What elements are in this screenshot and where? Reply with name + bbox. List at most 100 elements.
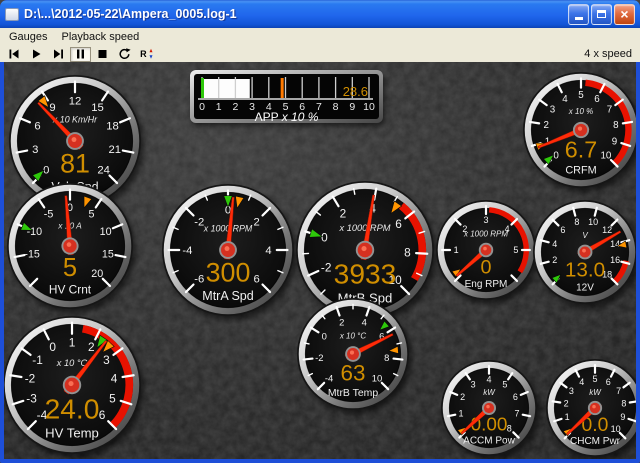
gauge-value: 300	[206, 258, 251, 288]
reverse-button[interactable]: R	[136, 47, 157, 62]
play-button[interactable]	[26, 47, 47, 62]
svg-text:5: 5	[109, 391, 116, 405]
svg-text:1: 1	[69, 336, 76, 350]
svg-text:0: 0	[199, 101, 205, 113]
svg-text:6: 6	[594, 94, 600, 105]
maximize-button[interactable]	[591, 4, 612, 25]
playback-toolbar: R 4 x speed	[0, 46, 640, 62]
svg-text:3: 3	[569, 386, 574, 396]
gauge-caption: Eng RPM	[465, 279, 508, 290]
svg-text:12: 12	[602, 225, 612, 235]
menu-bar: GaugesPlayback speed	[0, 28, 640, 46]
menu-item-playback-speed[interactable]: Playback speed	[56, 29, 148, 45]
svg-text:3: 3	[32, 144, 38, 156]
bar-gauge-value: 28.6	[343, 84, 368, 99]
speed-label: 4 x speed	[584, 48, 640, 60]
gauge-hv-temp: -4-3-2-10123456x 10 °C24.0HV Temp	[4, 314, 143, 456]
svg-text:-6: -6	[194, 274, 204, 286]
svg-text:10: 10	[372, 372, 382, 383]
gauge-unit: x 1000 RPM	[463, 230, 508, 239]
svg-text:-5: -5	[44, 209, 54, 221]
svg-text:7: 7	[607, 105, 612, 116]
svg-text:6: 6	[560, 225, 565, 235]
svg-text:18: 18	[106, 120, 119, 132]
gauge-svg-hv_crnt: -15-10-505101520x 10 A5HV Crnt	[5, 181, 135, 311]
skip-end-icon	[52, 48, 65, 60]
gauge-eng-rpm: 12345x 1000 RPM0Eng RPM	[434, 198, 538, 302]
close-icon: ×	[620, 7, 628, 21]
gauge-unit: x 10 %	[568, 107, 593, 116]
svg-text:2: 2	[254, 216, 260, 228]
svg-text:-4: -4	[182, 245, 192, 257]
svg-text:16: 16	[610, 255, 620, 265]
svg-text:5: 5	[502, 379, 507, 389]
svg-text:5: 5	[578, 90, 584, 101]
svg-text:10: 10	[363, 101, 375, 113]
svg-text:10: 10	[588, 217, 598, 227]
skip-end-button[interactable]	[48, 47, 69, 62]
svg-text:9: 9	[49, 102, 55, 114]
svg-text:2: 2	[460, 392, 465, 402]
svg-text:0: 0	[322, 330, 327, 341]
green-min-marker	[201, 78, 204, 98]
bar-gauge-caption: APP x 10 %	[255, 110, 319, 123]
svg-text:-2: -2	[321, 261, 332, 275]
svg-text:6: 6	[606, 377, 611, 387]
svg-text:2: 2	[339, 316, 344, 327]
svg-text:15: 15	[91, 102, 104, 114]
r-updown-icon: R	[140, 48, 153, 60]
svg-text:9: 9	[620, 412, 625, 422]
svg-text:6: 6	[99, 408, 106, 422]
restart-icon	[118, 48, 131, 60]
gauge-chcm-pwr: 12345678910kW0.0CHCM Pwr	[544, 357, 636, 459]
svg-text:4: 4	[265, 245, 271, 257]
svg-text:3: 3	[471, 379, 476, 389]
gauge-value: 81	[60, 149, 90, 179]
gauge-unit: x 10 °C	[56, 358, 88, 368]
play-icon	[30, 48, 43, 60]
svg-text:0: 0	[43, 165, 49, 177]
svg-text:0: 0	[49, 340, 56, 354]
svg-text:4: 4	[552, 239, 557, 249]
svg-text:8: 8	[333, 101, 339, 113]
svg-text:R: R	[140, 49, 147, 59]
svg-text:4: 4	[579, 377, 584, 387]
svg-text:2: 2	[552, 255, 557, 265]
gauge-svg-crfm: 012345678910x 10 %6.7CRFM	[521, 70, 636, 190]
svg-text:10: 10	[100, 226, 112, 238]
stop-icon	[96, 48, 109, 60]
svg-text:21: 21	[109, 144, 122, 156]
gauge-value: 5	[63, 254, 77, 282]
svg-text:1: 1	[458, 409, 463, 419]
minimize-button[interactable]	[568, 4, 589, 25]
close-button[interactable]: ×	[614, 4, 635, 25]
svg-text:24: 24	[97, 165, 110, 177]
svg-text:8: 8	[507, 423, 512, 433]
svg-text:2: 2	[232, 101, 238, 113]
svg-text:-1: -1	[32, 353, 43, 367]
svg-text:5: 5	[88, 209, 94, 221]
svg-text:10: 10	[600, 150, 611, 161]
svg-text:6: 6	[395, 217, 402, 231]
restart-button[interactable]	[114, 47, 135, 62]
menu-item-gauges[interactable]: Gauges	[3, 29, 56, 45]
gauge-mtrb-temp: -4-20246810x 10 °C63MtrB Temp	[295, 296, 411, 412]
svg-text:6: 6	[34, 120, 40, 132]
title-bar[interactable]: D:\...\2012-05-22\Ampera_0005.log-1 ×	[0, 0, 640, 28]
svg-text:7: 7	[515, 409, 520, 419]
gauge-unit: kW	[483, 388, 496, 397]
skip-start-button[interactable]	[4, 47, 25, 62]
svg-text:20: 20	[91, 268, 103, 280]
svg-text:0: 0	[321, 230, 328, 244]
gauge-value: 24.0	[45, 393, 100, 424]
pause-button[interactable]	[70, 47, 91, 62]
dashboard-area: 01234567891028.6APP x 10 % 0369121518212…	[4, 62, 636, 459]
stop-button[interactable]	[92, 47, 113, 62]
svg-text:10: 10	[611, 424, 621, 434]
svg-text:1: 1	[216, 101, 222, 113]
svg-text:8: 8	[404, 246, 411, 260]
bar-gauge-svg: 01234567891028.6APP x 10 %	[190, 70, 383, 123]
svg-text:4: 4	[562, 94, 568, 105]
svg-text:-3: -3	[26, 391, 37, 405]
gauge-caption: ACCM Pow	[463, 435, 515, 446]
